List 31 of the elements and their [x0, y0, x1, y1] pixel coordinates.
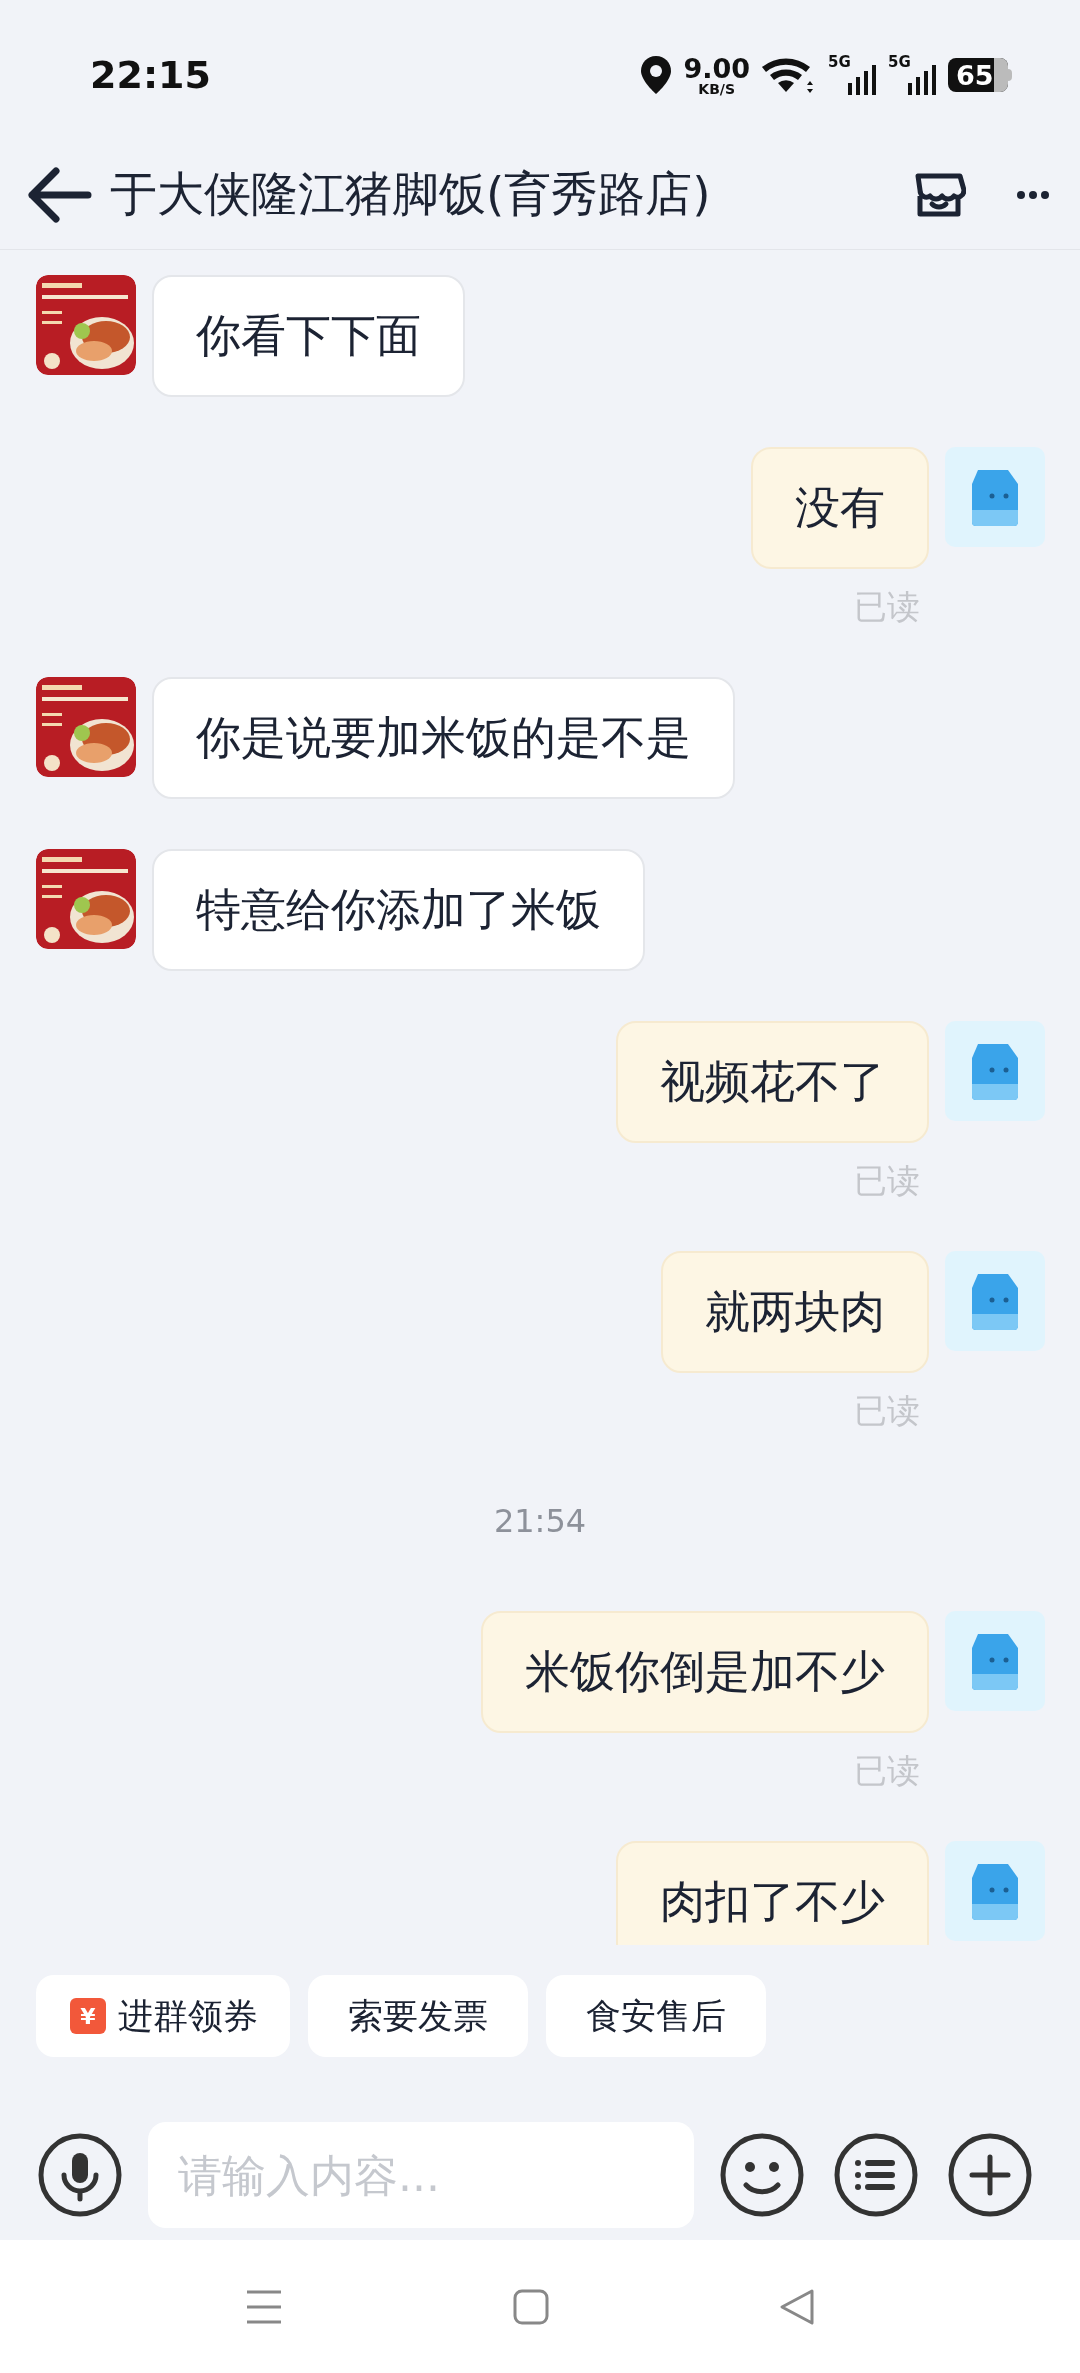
net-speed: 9.00 [683, 54, 750, 82]
signal-indicator: 5G [828, 55, 876, 95]
location-icon [639, 55, 674, 95]
home-icon[interactable] [513, 2288, 549, 2325]
quick-action-chip[interactable]: ¥ 进群领券 [36, 1975, 290, 2057]
quick-action-chip[interactable]: 食安售后 [546, 1975, 766, 2057]
back-icon[interactable] [26, 166, 92, 223]
message-bubble: 米饭你倒是加不少 [481, 1611, 929, 1733]
message-input[interactable]: 请输入内容... [148, 2122, 694, 2228]
message-bubble: 就两块肉 [661, 1251, 929, 1373]
message-bubble: 视频花不了 [616, 1021, 929, 1143]
wifi-icon [760, 55, 816, 95]
message-bubble: 没有 [751, 447, 929, 569]
coupon-icon: ¥ [70, 1998, 106, 2034]
message-bubble: 肉扣了不少 [616, 1841, 929, 1945]
status-time: 22:15 [90, 51, 211, 99]
emoji-icon[interactable] [720, 2133, 804, 2217]
microphone-icon[interactable] [38, 2133, 122, 2217]
more-icon[interactable] [1016, 189, 1050, 200]
net-speed-unit: KB/S [698, 81, 736, 96]
add-icon[interactable] [948, 2133, 1032, 2217]
quick-action-chip[interactable]: 索要发票 [308, 1975, 528, 2057]
back-nav-icon[interactable] [779, 2287, 815, 2326]
chat-title: 于大侠隆江猪脚饭(育秀路店) [110, 165, 711, 224]
message-bubble: 你是说要加米饭的是不是 [152, 677, 735, 799]
timestamp: 21:54 [493, 1501, 587, 1542]
signal-indicator: 5G [888, 55, 936, 95]
message-bubble: 特意给你添加了米饭 [152, 849, 645, 971]
message-bubble: 你看下下面 [152, 275, 465, 397]
list-icon[interactable] [834, 2133, 918, 2217]
menu-icon[interactable] [245, 2288, 283, 2325]
